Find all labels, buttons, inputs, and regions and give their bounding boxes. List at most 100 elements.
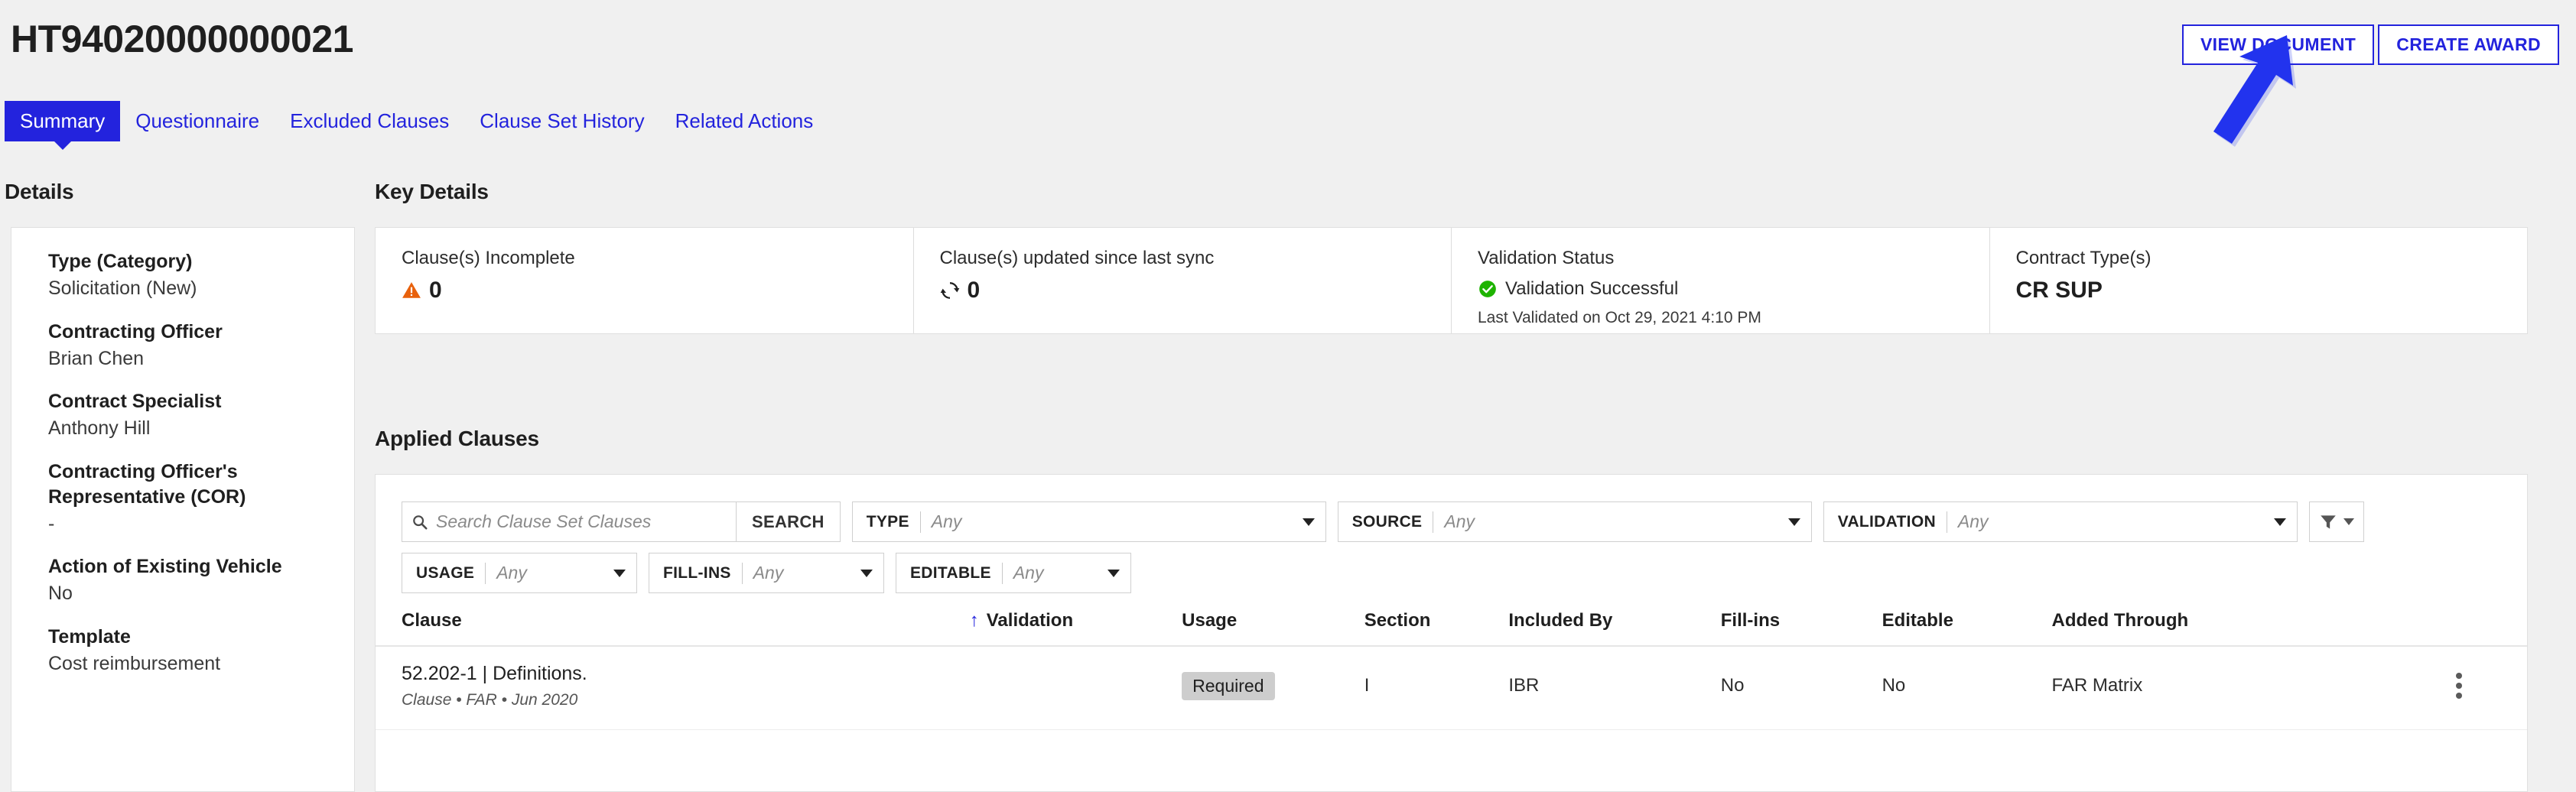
detail-label-contracting-officer: Contracting Officer (48, 320, 223, 342)
key-subnote-last-validated: Last Validated on Oct 29, 2021 4:10 PM (1478, 308, 1761, 326)
search-input[interactable] (436, 511, 727, 532)
key-details-card: Clause(s) Incomplete 0 Clause(s) updated… (375, 227, 2528, 334)
column-header-editable[interactable]: Editable (1882, 610, 2052, 647)
sort-ascending-icon: ↑ (969, 610, 979, 631)
chevron-down-icon (2273, 518, 2286, 526)
column-header-included-by[interactable]: Included By (1508, 610, 1721, 647)
search-box[interactable] (402, 501, 737, 542)
key-cell-validation-status: Validation Status Validation Successful … (1451, 228, 1989, 333)
chevron-down-icon (1107, 569, 1120, 577)
search-icon (413, 514, 428, 530)
column-header-added-through[interactable]: Added Through (2051, 610, 2392, 647)
cell-fill-ins: No (1720, 646, 1882, 730)
filter-fill-ins-value: Any (753, 563, 784, 583)
usage-chip: Required (1182, 671, 1275, 700)
search-group: SEARCH (402, 501, 841, 542)
key-cell-contract-types: Contract Type(s) CR SUP (1989, 228, 2528, 333)
detail-value-cor: - (48, 512, 55, 534)
tab-questionnaire[interactable]: Questionnaire (120, 101, 275, 141)
key-value-clauses-updated: 0 (967, 277, 981, 303)
key-details-heading: Key Details (375, 180, 489, 203)
detail-value-template: Cost reimbursement (48, 652, 221, 674)
divider (919, 511, 921, 533)
filter-usage-value: Any (496, 563, 527, 583)
chevron-down-icon (860, 569, 873, 577)
clause-meta: Clause • FAR • Jun 2020 (402, 691, 578, 709)
contract-summary-page: HT94020000000021 VIEW DOCUMENT CREATE AW… (0, 0, 2576, 792)
key-cell-title: Validation Status (1478, 248, 1615, 268)
sync-icon (940, 281, 959, 299)
filter-editable[interactable]: EDITABLE Any (896, 553, 1131, 593)
tab-clause-set-history[interactable]: Clause Set History (464, 101, 659, 141)
chevron-down-icon (2343, 518, 2355, 525)
funnel-icon (2321, 514, 2336, 529)
filter-usage-label: USAGE (416, 563, 475, 582)
applied-clauses-card: SEARCH TYPE Any SOURCE Any VALIDATION An… (375, 474, 2528, 792)
chevron-down-icon (1787, 518, 1800, 526)
tab-related-actions[interactable]: Related Actions (660, 101, 829, 141)
cell-editable: No (1882, 646, 2052, 730)
filter-type[interactable]: TYPE Any (851, 501, 1326, 542)
table-row[interactable]: 52.202-1 | Definitions. Clause • FAR • J… (376, 646, 2527, 730)
divider (1001, 562, 1003, 584)
warning-triangle-icon (402, 281, 421, 298)
row-menu-button[interactable] (2391, 673, 2527, 699)
advanced-filter-button[interactable] (2308, 501, 2364, 542)
detail-label-cor: Contracting Officer's Representative (CO… (48, 460, 246, 508)
cell-clause: 52.202-1 | Definitions. Clause • FAR • J… (376, 646, 970, 730)
page-title: HT94020000000021 (11, 18, 353, 60)
detail-value-type: Solicitation (New) (48, 278, 197, 299)
chevron-down-icon (613, 569, 626, 577)
detail-label-template: Template (48, 625, 131, 648)
cell-section: I (1364, 646, 1509, 730)
clause-title[interactable]: 52.202-1 | Definitions. (402, 662, 970, 685)
view-document-button[interactable]: VIEW DOCUMENT (2181, 24, 2375, 65)
kebab-dot (2456, 683, 2463, 689)
cell-validation (969, 646, 1182, 730)
key-value-validation-status: Validation Successful (1505, 278, 1679, 299)
column-header-actions (2391, 610, 2527, 647)
tab-bar: Summary Questionnaire Excluded Clauses C… (5, 101, 829, 150)
column-header-fill-ins[interactable]: Fill-ins (1720, 610, 1882, 647)
detail-value-contracting-officer: Brian Chen (48, 347, 145, 369)
filter-source-label: SOURCE (1351, 512, 1423, 531)
column-header-validation[interactable]: ↑ Validation (969, 610, 1182, 647)
cell-added-through: FAR Matrix (2051, 646, 2392, 730)
applied-clauses-table: Clause ↑ Validation Usage Section Include… (376, 610, 2527, 730)
tab-summary[interactable]: Summary (5, 101, 121, 150)
check-circle-icon (1479, 280, 1496, 297)
filter-editable-value: Any (1013, 563, 1044, 583)
cell-usage: Required (1182, 646, 1364, 730)
column-header-section[interactable]: Section (1364, 610, 1509, 647)
search-button[interactable]: SEARCH (737, 501, 841, 542)
filter-usage[interactable]: USAGE Any (402, 553, 637, 593)
kebab-dot (2456, 673, 2463, 679)
divider (485, 562, 486, 584)
details-card: Type (Category) Solicitation (New) Contr… (11, 227, 355, 792)
applied-clauses-heading: Applied Clauses (375, 427, 539, 450)
detail-value-action-existing-vehicle: No (48, 583, 73, 604)
create-award-button[interactable]: CREATE AWARD (2378, 24, 2559, 65)
filter-source-value: Any (1444, 511, 1475, 531)
cell-actions (2391, 646, 2527, 730)
filter-editable-label: EDITABLE (910, 563, 991, 582)
filter-validation-value: Any (1957, 511, 1989, 531)
key-cell-title: Clause(s) updated since last sync (939, 248, 1215, 268)
key-value-clauses-incomplete: 0 (429, 277, 442, 303)
filter-validation[interactable]: VALIDATION Any (1823, 501, 2298, 542)
filter-fill-ins-label: FILL-INS (663, 563, 731, 582)
column-header-usage[interactable]: Usage (1182, 610, 1364, 647)
divider (741, 562, 743, 584)
cell-included-by: IBR (1508, 646, 1721, 730)
column-header-validation-label: Validation (986, 610, 1074, 631)
column-header-clause[interactable]: Clause (376, 610, 970, 647)
filter-type-label: TYPE (866, 512, 909, 531)
filter-validation-label: VALIDATION (1837, 512, 1936, 531)
table-header-row: Clause ↑ Validation Usage Section Include… (376, 610, 2527, 647)
detail-label-type: Type (Category) (48, 251, 193, 272)
filter-row-primary: SEARCH TYPE Any SOURCE Any VALIDATION An… (376, 501, 2527, 542)
filter-fill-ins[interactable]: FILL-INS Any (649, 553, 884, 593)
tab-excluded-clauses[interactable]: Excluded Clauses (275, 101, 464, 141)
filter-source[interactable]: SOURCE Any (1337, 501, 1812, 542)
detail-label-contract-specialist: Contract Specialist (48, 391, 222, 412)
